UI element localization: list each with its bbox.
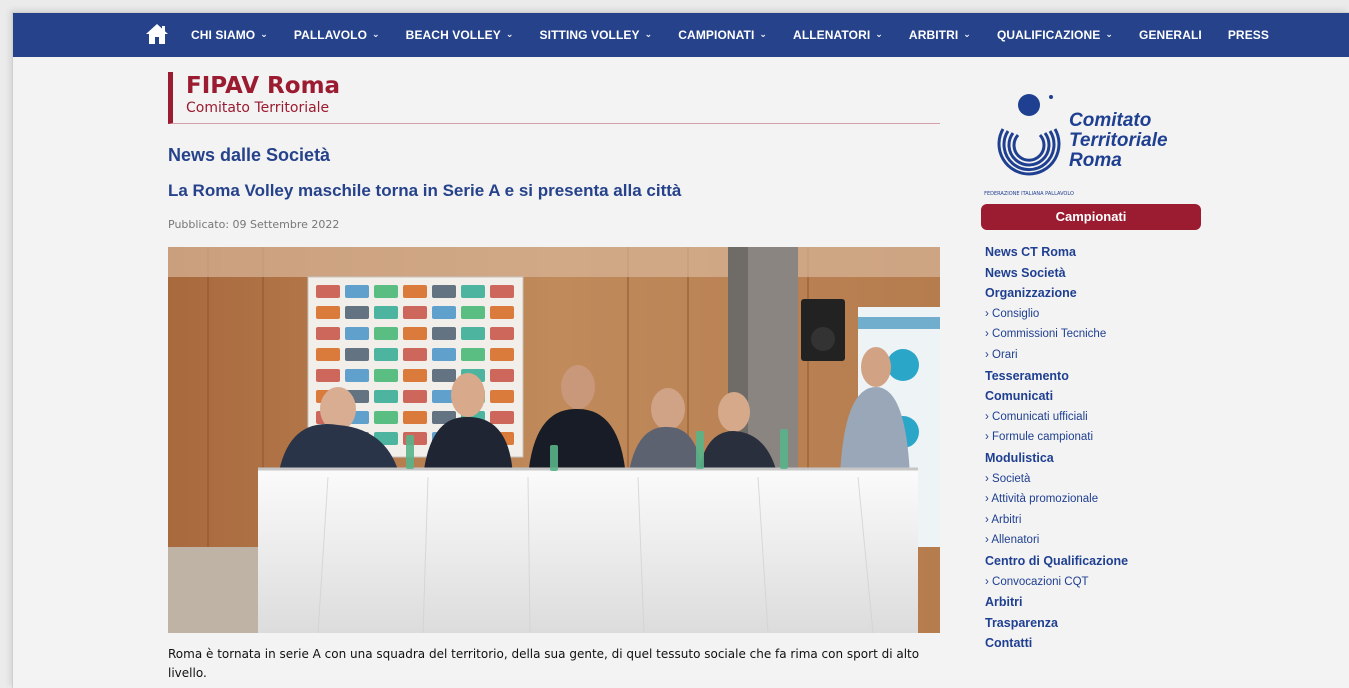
nav-item-allenatori[interactable]: ALLENATORI ⌄ bbox=[793, 28, 883, 42]
chevron-down-icon: ⌄ bbox=[372, 28, 380, 39]
sidebar-item-formule-campionati[interactable]: › Formule campionati bbox=[985, 427, 1205, 448]
sidebar-item-convocazioni-cqt[interactable]: › Convocazioni CQT bbox=[985, 572, 1205, 593]
nav-label: ARBITRI bbox=[908, 28, 959, 42]
sidebar-item-consiglio[interactable]: › Consiglio bbox=[985, 304, 1205, 325]
nav-item-press[interactable]: PRESS bbox=[1228, 28, 1269, 42]
nav-item-chi-siamo[interactable]: CHI SIAMO ⌄ bbox=[191, 28, 268, 42]
sidebar-item-news-società[interactable]: News Società bbox=[985, 263, 1205, 284]
top-navigation: CHI SIAMO ⌄ PALLAVOLO ⌄ BEACH VOLLEY ⌄ SITT… bbox=[13, 13, 1349, 57]
sidebar-item-organizzazione[interactable]: Organizzazione bbox=[985, 283, 1205, 304]
sidebar-menu: News CT Roma News Società Organizzazione › … bbox=[985, 242, 1205, 654]
nav-label: CAMPIONATI bbox=[678, 28, 755, 42]
sidebar-item-società[interactable]: › Società bbox=[985, 469, 1205, 490]
nav-item-generali[interactable]: GENERALI bbox=[1139, 28, 1202, 42]
nav-item-arbitri[interactable]: ARBITRI ⌄ bbox=[909, 28, 971, 42]
nav-label: CHI SIAMO bbox=[191, 28, 256, 42]
logo-text: Comitato Territoriale Roma bbox=[1069, 111, 1168, 171]
nav-label: SITTING VOLLEY bbox=[539, 28, 640, 42]
chevron-down-icon: ⌄ bbox=[759, 28, 768, 39]
nav-item-campionati[interactable]: CAMPIONATI ⌄ bbox=[678, 28, 767, 42]
sidebar-item-comunicati-ufficiali[interactable]: › Comunicati ufficiali bbox=[985, 407, 1205, 428]
nav-item-sitting-volley[interactable]: SITTING VOLLEY ⌄ bbox=[540, 28, 653, 42]
sidebar-item-tesseramento[interactable]: Tesseramento bbox=[985, 366, 1205, 387]
nav-label: BEACH VOLLEY bbox=[405, 28, 501, 42]
sidebar-item-arbitri[interactable]: Arbitri bbox=[985, 592, 1205, 613]
sidebar-item-orari[interactable]: › Orari bbox=[985, 345, 1205, 366]
site-title[interactable]: FIPAV Roma bbox=[186, 73, 940, 99]
nav-label: GENERALI bbox=[1139, 28, 1202, 42]
chevron-down-icon: ⌄ bbox=[260, 28, 268, 39]
sidebar-item-trasparenza[interactable]: Trasparenza bbox=[985, 613, 1205, 634]
sidebar-item-allenatori[interactable]: › Allenatori bbox=[985, 530, 1205, 551]
nav-item-beach-volley[interactable]: BEACH VOLLEY ⌄ bbox=[406, 28, 514, 42]
fipav-logo[interactable]: Comitato Territoriale Roma FEDERAZIONE I… bbox=[981, 91, 1181, 209]
sidebar-item-commissioni-tecniche[interactable]: › Commissioni Tecniche bbox=[985, 324, 1205, 345]
site-subtitle: Comitato Territoriale bbox=[186, 100, 330, 116]
article-photo bbox=[168, 247, 940, 633]
logo-ring-text: FEDERAZIONE ITALIANA PALLAVOLO bbox=[984, 191, 1074, 197]
sidebar-item-news-ct-roma[interactable]: News CT Roma bbox=[985, 242, 1205, 263]
nav-menu: CHI SIAMO ⌄ PALLAVOLO ⌄ BEACH VOLLEY ⌄ SITT… bbox=[191, 13, 1295, 57]
article-body: Roma è tornata in serie A con una squadr… bbox=[168, 647, 920, 680]
nav-item-qualificazione[interactable]: QUALIFICAZIONE ⌄ bbox=[997, 28, 1113, 42]
section-title: News dalle Società bbox=[168, 145, 331, 165]
chevron-down-icon: ⌄ bbox=[1105, 28, 1114, 39]
article-title[interactable]: La Roma Volley maschile torna in Serie A… bbox=[168, 181, 681, 201]
published-date: Pubblicato: 09 Settembre 2022 bbox=[168, 218, 340, 231]
site-header: FIPAV Roma Comitato Territoriale bbox=[168, 72, 940, 124]
home-icon[interactable] bbox=[145, 23, 169, 45]
sidebar-item-arbitri[interactable]: › Arbitri bbox=[985, 510, 1205, 531]
logo-line-3: Roma bbox=[1069, 150, 1122, 171]
nav-item-pallavolo[interactable]: PALLAVOLO ⌄ bbox=[294, 28, 380, 42]
logo-line-1: Comitato bbox=[1069, 110, 1152, 131]
sidebar-item-contatti[interactable]: Contatti bbox=[985, 633, 1205, 654]
browser-page: CHI SIAMO ⌄ PALLAVOLO ⌄ BEACH VOLLEY ⌄ SITT… bbox=[12, 12, 1349, 688]
chevron-down-icon: ⌄ bbox=[875, 28, 883, 39]
nav-label: QUALIFICAZIONE bbox=[996, 28, 1101, 42]
nav-label: PALLAVOLO bbox=[293, 28, 368, 42]
sidebar-item-attività-promozionale[interactable]: › Attività promozionale bbox=[985, 489, 1205, 510]
sidebar-item-comunicati[interactable]: Comunicati bbox=[985, 386, 1205, 407]
sidebar-heading: Campionati bbox=[981, 204, 1201, 230]
logo-line-2: Territoriale bbox=[1069, 130, 1168, 151]
chevron-down-icon: ⌄ bbox=[963, 28, 971, 39]
nav-label: PRESS bbox=[1227, 28, 1270, 42]
chevron-down-icon: ⌄ bbox=[505, 28, 514, 39]
chevron-down-icon: ⌄ bbox=[644, 28, 653, 39]
sidebar-item-centro-di-qualificazione[interactable]: Centro di Qualificazione bbox=[985, 551, 1205, 572]
nav-label: ALLENATORI bbox=[793, 28, 871, 42]
sidebar-item-modulistica[interactable]: Modulistica bbox=[985, 448, 1205, 469]
